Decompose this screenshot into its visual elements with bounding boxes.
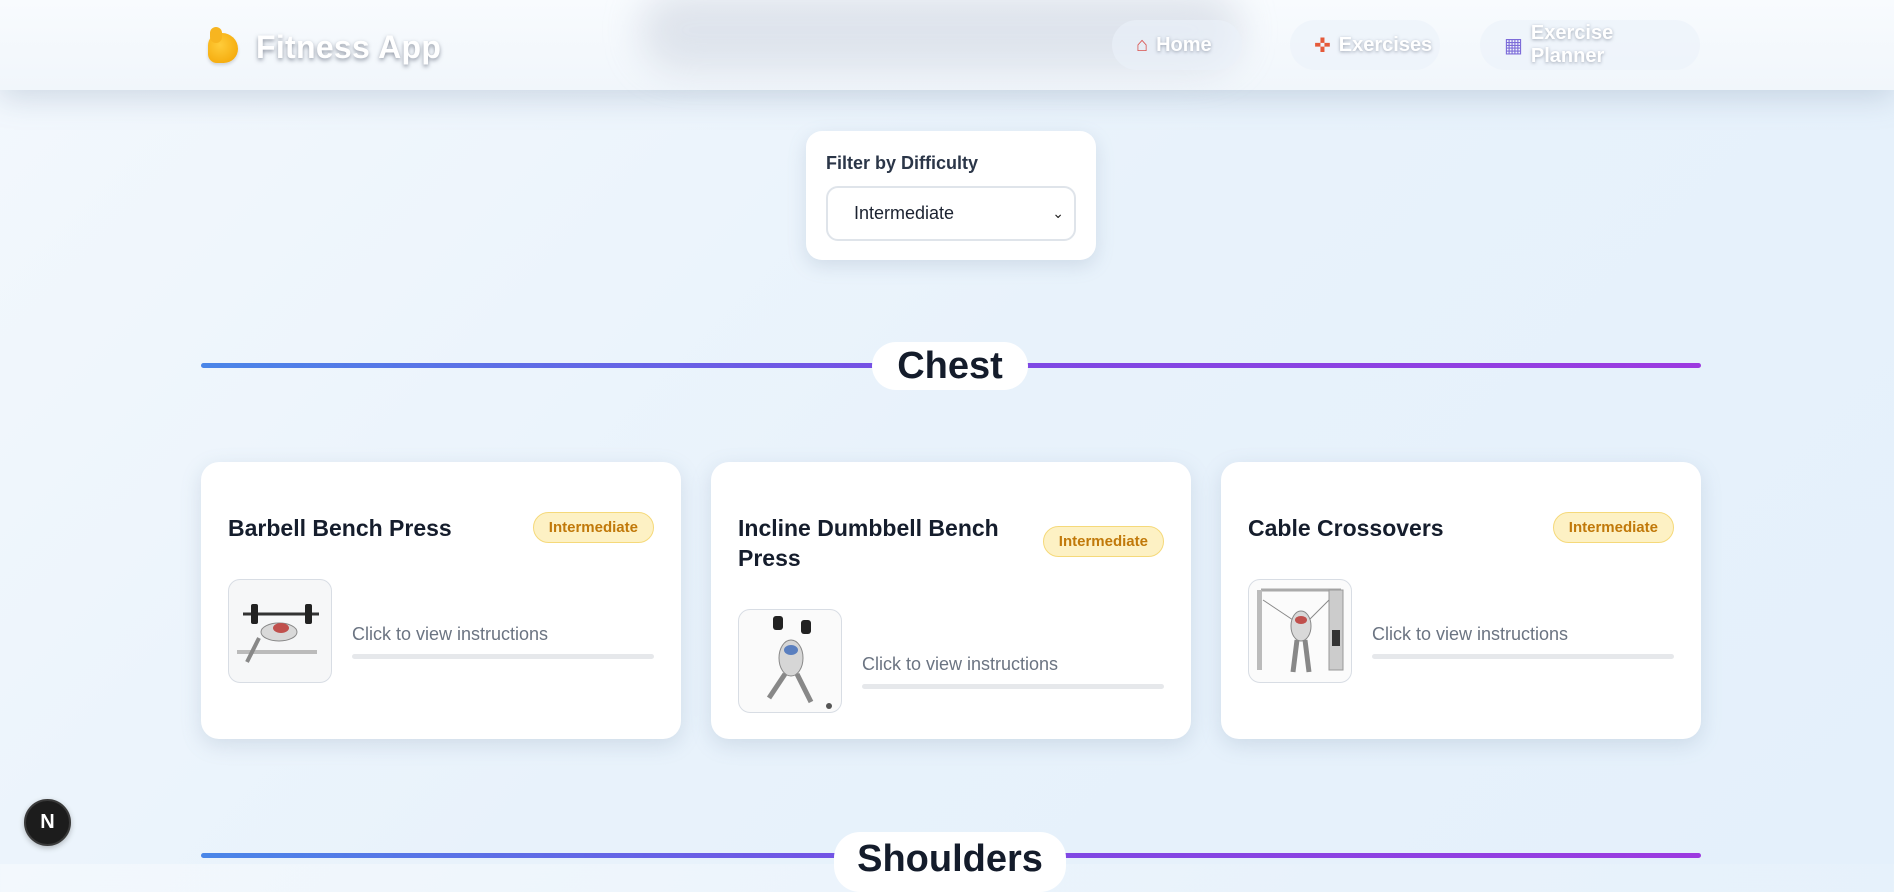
exercise-card[interactable]: Barbell Bench Press Intermediate Click t… bbox=[201, 462, 681, 739]
difficulty-select[interactable]: Intermediate ⌄ bbox=[826, 186, 1076, 241]
section-title-chest: Chest bbox=[872, 342, 1028, 390]
view-instructions-hint: Click to view instructions bbox=[1372, 624, 1569, 644]
difficulty-badge: Intermediate bbox=[532, 512, 654, 543]
difficulty-badge: Intermediate bbox=[1042, 526, 1164, 557]
view-instructions-hint: Click to view instructions bbox=[862, 654, 1059, 674]
chevron-down-icon: ⌄ bbox=[1052, 205, 1064, 221]
card-progress-bar bbox=[862, 684, 1164, 689]
calendar-icon: ▦ bbox=[1504, 34, 1523, 57]
exercise-thumbnail bbox=[738, 609, 842, 713]
dev-tools-button[interactable]: N bbox=[24, 799, 71, 846]
house-icon: ⌂ bbox=[1136, 33, 1149, 56]
difficulty-selected-value: Intermediate bbox=[854, 203, 955, 223]
exercise-title: Barbell Bench Press bbox=[228, 515, 452, 541]
exercise-card[interactable]: Incline Dumbbell Bench Press Intermediat… bbox=[711, 462, 1191, 739]
difficulty-badge: Intermediate bbox=[1552, 512, 1674, 543]
app-title: Fitness App bbox=[256, 28, 442, 65]
nav-exercises-label: Exercises bbox=[1338, 33, 1433, 56]
section-title-shoulders: Shoulders bbox=[834, 832, 1066, 892]
card-progress-bar bbox=[352, 654, 654, 659]
view-instructions-hint: Click to view instructions bbox=[352, 624, 549, 644]
exercise-title: Incline Dumbbell Bench Press bbox=[738, 515, 999, 571]
nav-home-label: Home bbox=[1156, 33, 1212, 56]
filter-label: Filter by Difficulty bbox=[826, 153, 979, 173]
weightlifter-icon: ✜ bbox=[1314, 34, 1331, 57]
difficulty-filter-card: Filter by Difficulty Intermediate ⌄ bbox=[806, 131, 1096, 260]
card-progress-bar bbox=[1372, 654, 1674, 659]
exercise-card[interactable]: Cable Crossovers Intermediate Click to v… bbox=[1221, 462, 1701, 739]
brand[interactable]: Fitness App bbox=[204, 24, 441, 70]
exercise-thumbnail bbox=[228, 579, 332, 683]
nav-planner-label: Exercise Planner bbox=[1530, 22, 1614, 67]
exercise-thumbnail bbox=[1248, 579, 1352, 683]
nav-planner-link[interactable]: ▦ Exercise Planner bbox=[1480, 20, 1700, 70]
nav-home-link[interactable]: ⌂ Home bbox=[1112, 20, 1242, 70]
flexed-biceps-icon bbox=[204, 27, 244, 67]
top-navbar: Fitness App ⌂ Home ✜ Exercises ▦ Exercis… bbox=[0, 0, 1894, 90]
exercise-title: Cable Crossovers bbox=[1248, 515, 1444, 541]
nav-exercises-link[interactable]: ✜ Exercises bbox=[1290, 20, 1440, 70]
